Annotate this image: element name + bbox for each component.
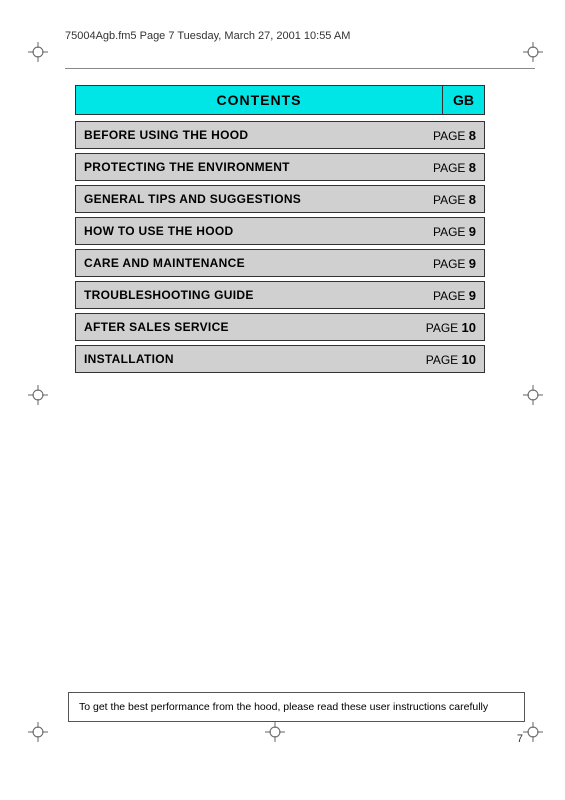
- reg-mark-bottom-right: [523, 722, 543, 742]
- toc-row: BEFORE USING THE HOODPAGE 8: [75, 121, 485, 149]
- toc-row-page: PAGE 8: [424, 123, 484, 148]
- toc-row: TROUBLESHOOTING GUIDEPAGE 9: [75, 281, 485, 309]
- toc-row-title: BEFORE USING THE HOOD: [76, 123, 424, 147]
- toc-row-page: PAGE 8: [424, 155, 484, 180]
- toc-row-page: PAGE 9: [424, 219, 484, 244]
- page: 75004Agb.fm5 Page 7 Tuesday, March 27, 2…: [0, 0, 565, 800]
- contents-gb: GB: [442, 85, 485, 115]
- toc-row-title: GENERAL TIPS AND SUGGESTIONS: [76, 187, 424, 211]
- toc-row-page: PAGE 9: [424, 283, 484, 308]
- reg-mark-bottom-left: [28, 722, 48, 742]
- header-filename: 75004Agb.fm5 Page 7 Tuesday, March 27, 2…: [65, 30, 535, 42]
- header-divider: [65, 68, 535, 69]
- toc-row-page: PAGE 10: [418, 315, 484, 340]
- contents-header: CONTENTS GB: [75, 85, 485, 115]
- toc-row-title: CARE AND MAINTENANCE: [76, 251, 424, 275]
- toc-row: HOW TO USE THE HOODPAGE 9: [75, 217, 485, 245]
- content-area: CONTENTS GB BEFORE USING THE HOODPAGE 8P…: [75, 85, 485, 377]
- reg-mark-top-left: [28, 42, 48, 62]
- toc-row-title: INSTALLATION: [76, 347, 418, 371]
- toc-row: PROTECTING THE ENVIRONMENTPAGE 8: [75, 153, 485, 181]
- reg-mark-top-right: [523, 42, 543, 62]
- reg-mark-mid-right: [523, 385, 543, 405]
- contents-title: CONTENTS: [75, 85, 442, 115]
- toc-row-page: PAGE 9: [424, 251, 484, 276]
- toc-row-page: PAGE 8: [424, 187, 484, 212]
- reg-mark-mid-left: [28, 385, 48, 405]
- toc-row-title: HOW TO USE THE HOOD: [76, 219, 424, 243]
- toc-row: INSTALLATIONPAGE 10: [75, 345, 485, 373]
- toc-row-title: PROTECTING THE ENVIRONMENT: [76, 155, 424, 179]
- toc-row-title: TROUBLESHOOTING GUIDE: [76, 283, 424, 307]
- toc-row: GENERAL TIPS AND SUGGESTIONSPAGE 8: [75, 185, 485, 213]
- toc-row-title: AFTER SALES SERVICE: [76, 315, 418, 339]
- toc-row: CARE AND MAINTENANCEPAGE 9: [75, 249, 485, 277]
- toc-row-page: PAGE 10: [418, 347, 484, 372]
- footer-note: To get the best performance from the hoo…: [68, 692, 525, 722]
- toc-row: AFTER SALES SERVICEPAGE 10: [75, 313, 485, 341]
- toc-table: BEFORE USING THE HOODPAGE 8PROTECTING TH…: [75, 121, 485, 373]
- reg-mark-bottom-mid: [265, 722, 285, 742]
